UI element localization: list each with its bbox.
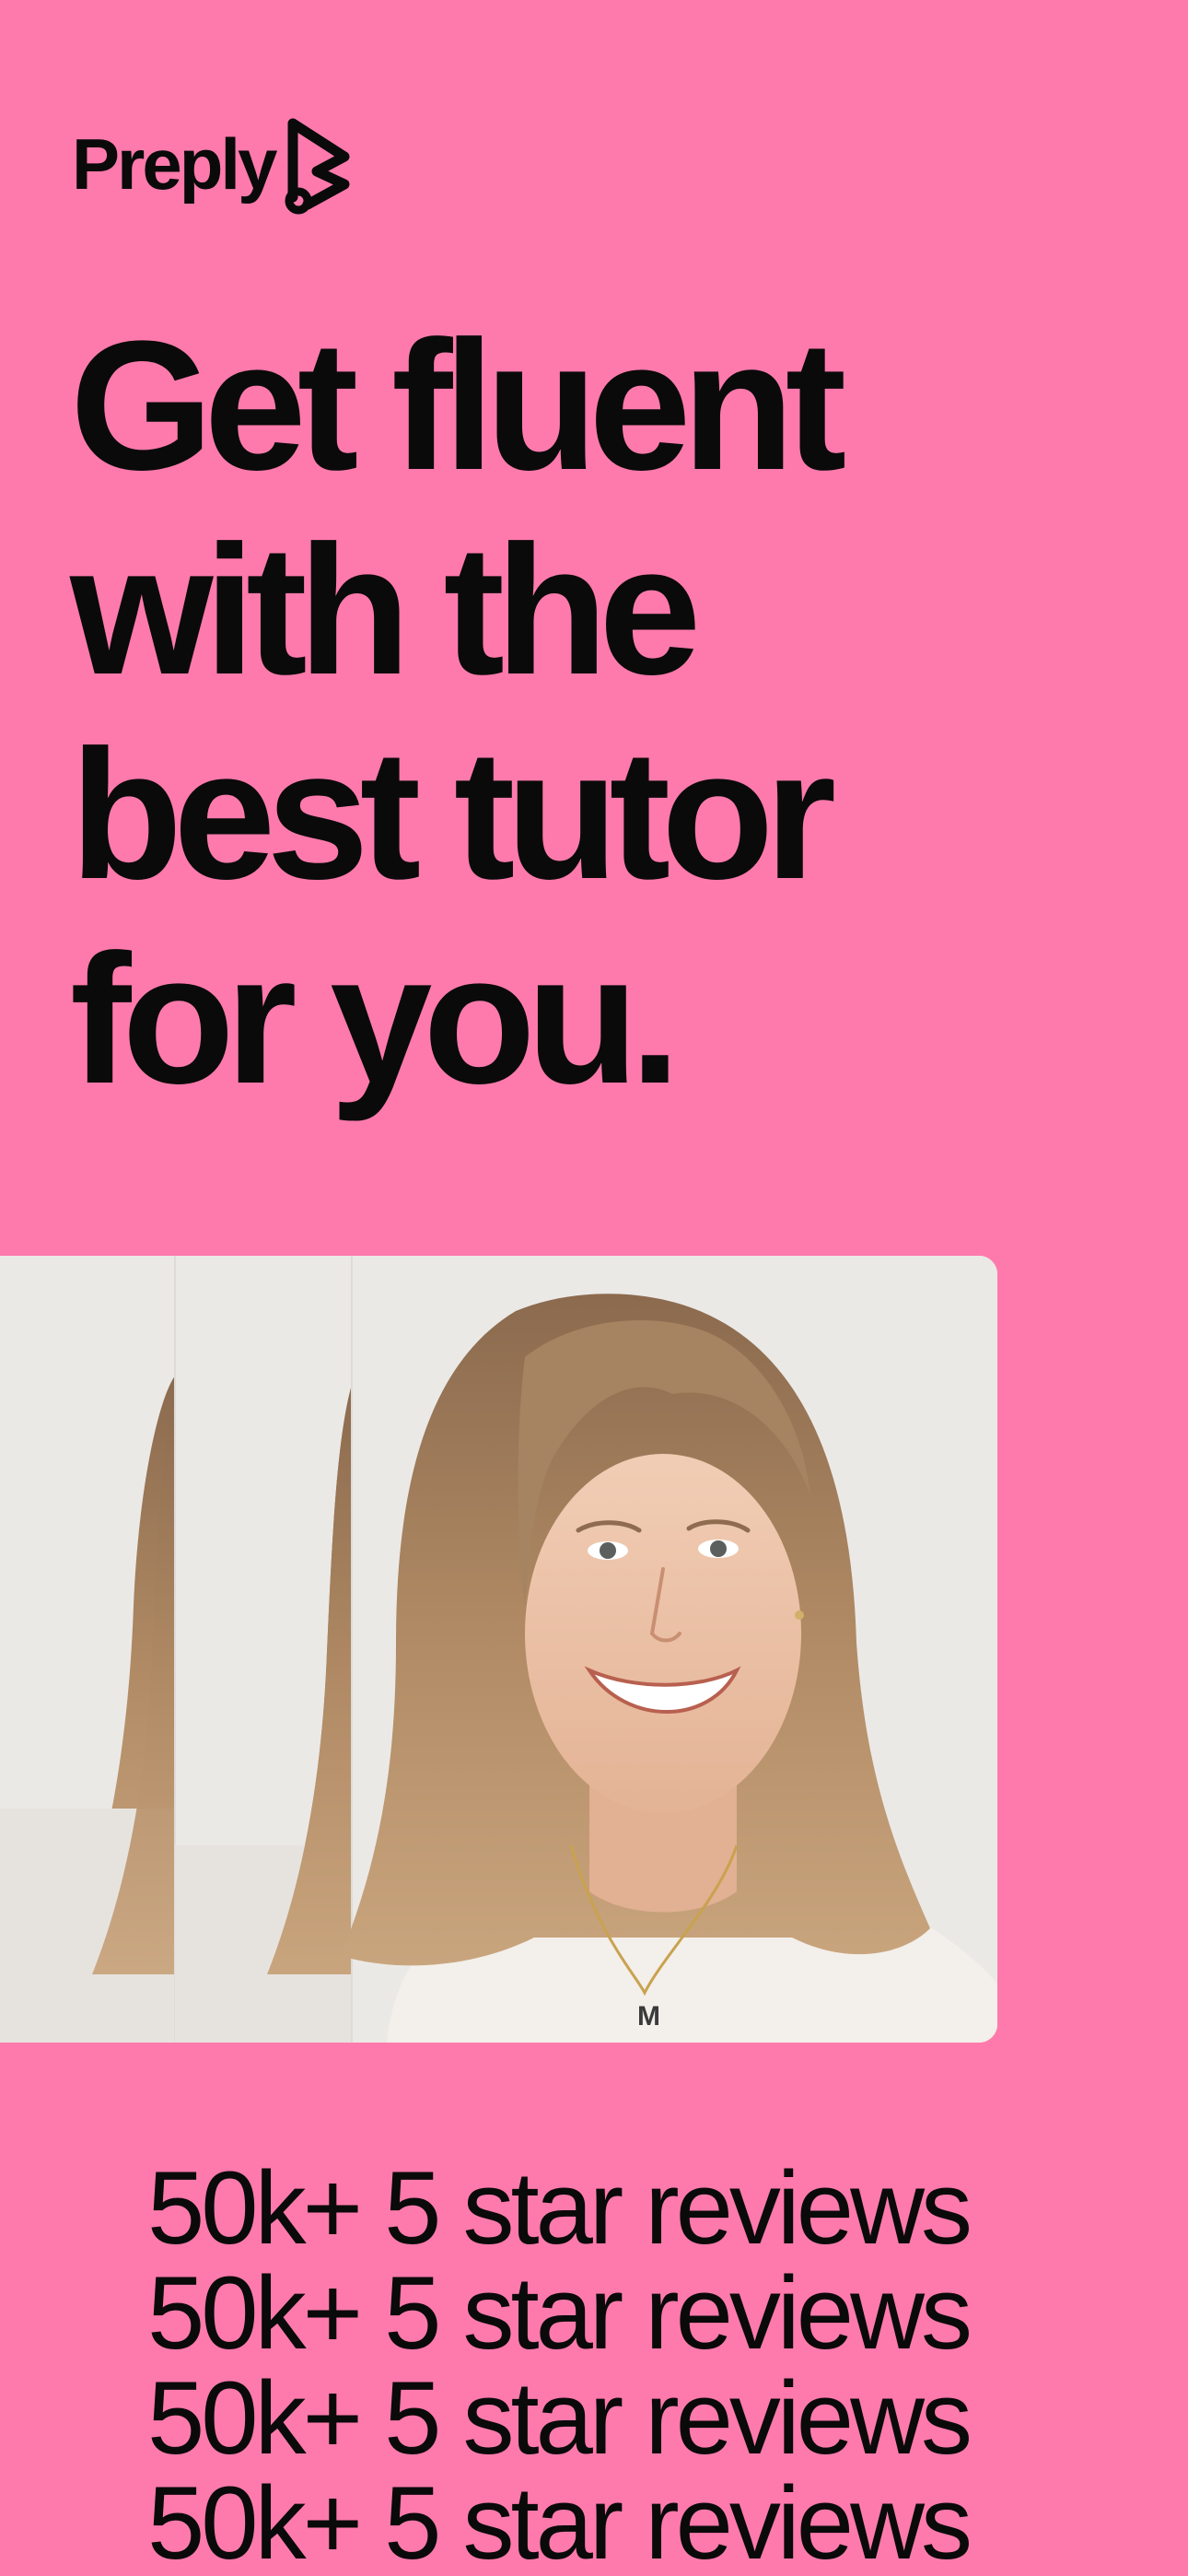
- tutor-photo: M: [0, 1256, 997, 2043]
- reviews-ticker: 50k+ 5 star reviews 50k+ 5 star reviews …: [147, 2156, 1170, 2576]
- headline: Get fluent with the best tutor for you.: [70, 304, 1129, 1122]
- preply-logo: Preply: [72, 109, 357, 219]
- review-count-line: 50k+ 5 star reviews: [147, 2360, 973, 2476]
- tutor-photo-card: M: [0, 1256, 997, 2043]
- review-count-line: 50k+ 5 star reviews: [147, 2465, 973, 2576]
- photo-echo-middle: [174, 1256, 352, 2043]
- logo-wordmark: Preply: [72, 123, 277, 205]
- headline-line: with the: [70, 508, 701, 713]
- photo-echo-left: [0, 1256, 175, 2043]
- review-count-line: 50k+ 5 star reviews: [147, 2156, 973, 2266]
- headline-line: Get fluent: [70, 303, 846, 509]
- headline-line: best tutor: [70, 712, 836, 918]
- review-count-line: 50k+ 5 star reviews: [147, 2255, 973, 2371]
- preply-logo-mark-icon: [285, 118, 350, 215]
- photo-main: M: [341, 1256, 997, 2043]
- headline-line: for you.: [70, 917, 681, 1122]
- necklace-monogram: M: [637, 2001, 660, 2032]
